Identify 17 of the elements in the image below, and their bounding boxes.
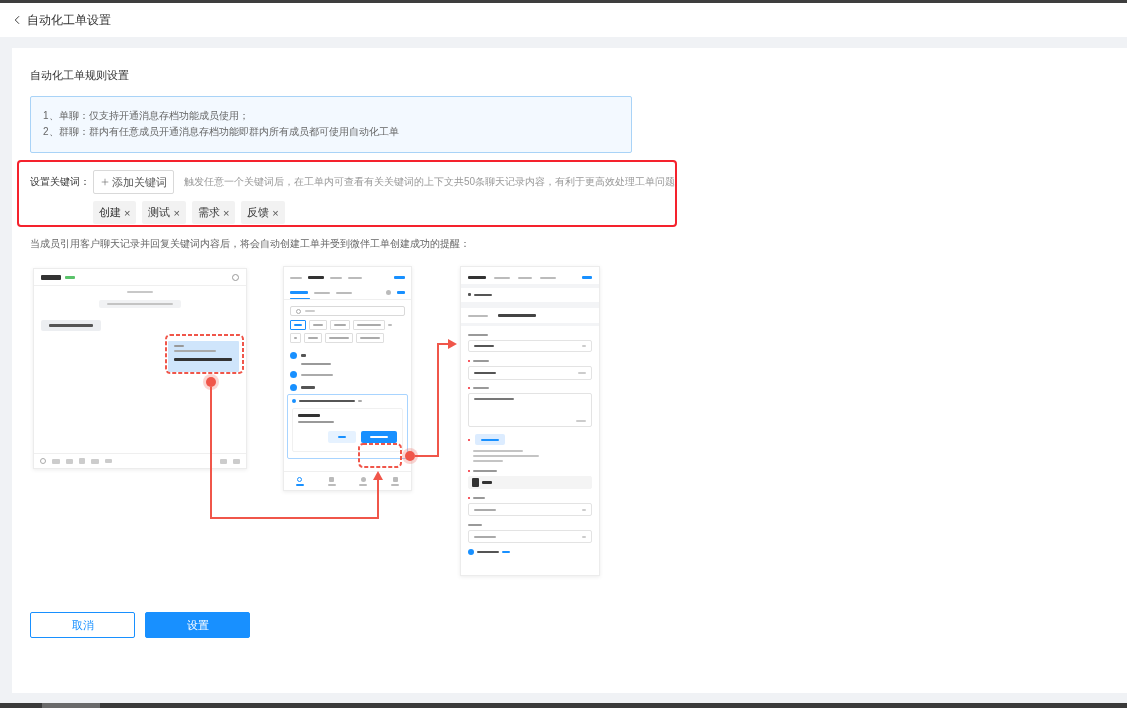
tag-label: 创建 <box>99 205 121 220</box>
plus-icon <box>99 177 110 187</box>
page-title: 自动化工单设置 <box>27 12 111 28</box>
notice-line: 2、群聊：群内有任意成员开通消息存档功能即群内所有成员都可使用自动化工单 <box>43 125 399 139</box>
remove-tag-button[interactable]: × <box>173 206 180 219</box>
notice-line: 1、单聊：仅支持开通消息存档功能成员使用； <box>43 109 249 123</box>
highlight-frame <box>358 443 402 468</box>
remove-tag-button[interactable]: × <box>272 206 279 219</box>
tag-label: 反馈 <box>247 205 270 220</box>
description-text: 当成员引用客户聊天记录并回复关键词内容后，将会自动创建工单并受到微伴工单创建成功的提醒： <box>30 237 470 251</box>
add-keyword-button[interactable]: 添加关键词 <box>93 170 174 194</box>
tag-label: 需求 <box>197 205 220 220</box>
tag-label: 测试 <box>148 205 171 220</box>
keyword-label: 设置关键词： <box>30 175 91 189</box>
remove-tag-button[interactable]: × <box>124 206 131 219</box>
section-title: 自动化工单规则设置 <box>30 68 129 83</box>
remove-tag-button[interactable]: × <box>222 206 230 219</box>
